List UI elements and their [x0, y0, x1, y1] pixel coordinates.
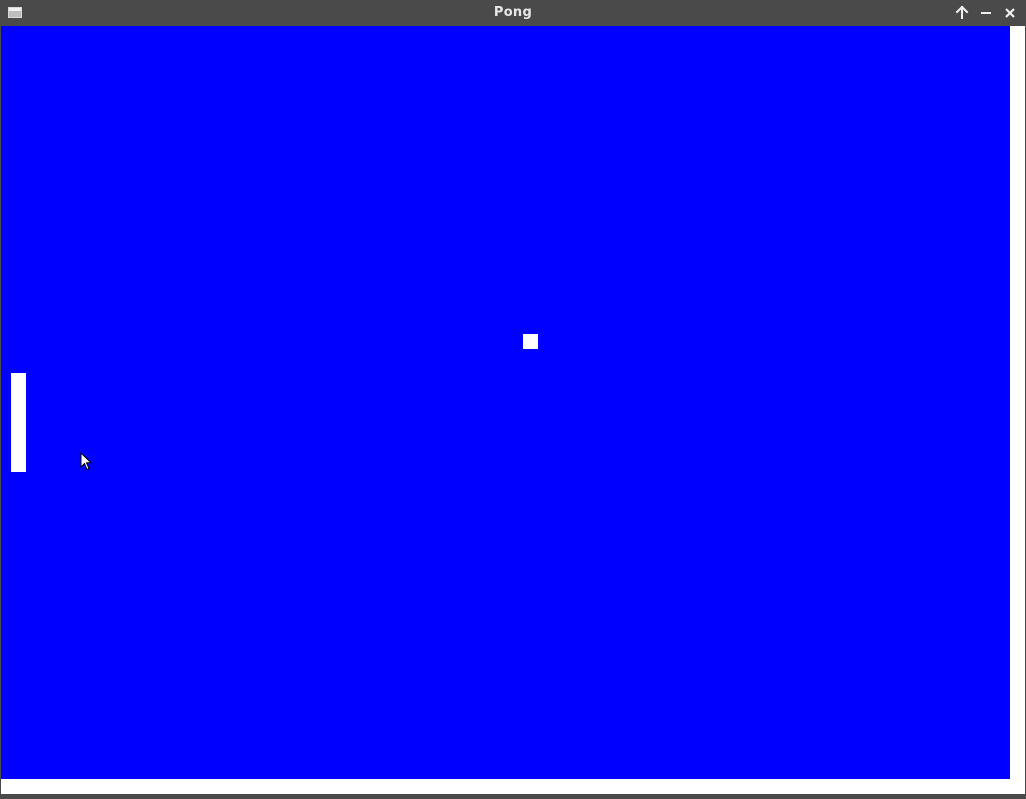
pong-court [1, 26, 1010, 779]
app-window: Pong [0, 0, 1026, 799]
arrow-up-icon [955, 5, 969, 19]
window-title: Pong [493, 5, 533, 20]
left-paddle [11, 373, 26, 472]
game-canvas[interactable] [1, 26, 1025, 794]
minimize-button[interactable] [977, 4, 995, 22]
window-titlebar[interactable]: Pong [0, 0, 1026, 26]
mouse-pointer-icon [80, 452, 92, 471]
close-button[interactable] [1001, 4, 1019, 22]
window-bottom-border [0, 794, 1026, 799]
close-icon [1005, 8, 1015, 18]
pong-ball [523, 334, 538, 349]
minus-icon [981, 12, 991, 14]
maximize-button[interactable] [953, 4, 971, 22]
